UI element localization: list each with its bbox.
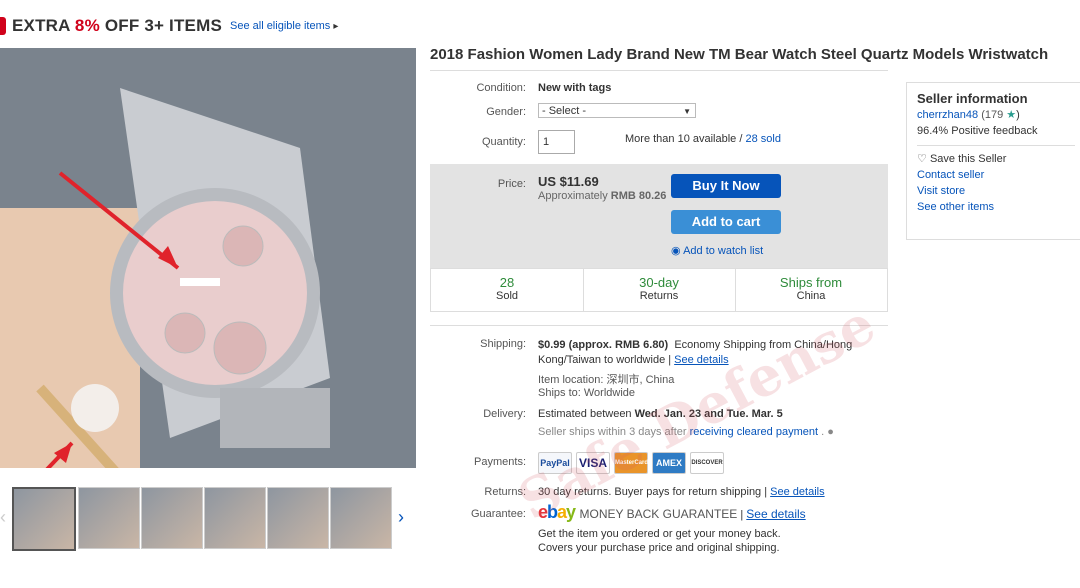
thumbnail-6[interactable]	[330, 487, 392, 549]
buy-it-now-button[interactable]: Buy It Now	[671, 174, 781, 198]
price-box: Price: US $11.69 Approximately RMB 80.26…	[430, 164, 888, 268]
thumbnail-5[interactable]	[267, 487, 329, 549]
delivery-note: Seller ships within 3 days after receivi…	[538, 426, 834, 438]
returns-text: 30 day returns. Buyer pays for return sh…	[538, 486, 825, 498]
delivery-estimate: Estimated between Wed. Jan. 23 and Tue. …	[538, 408, 783, 420]
money-back-guarantee: ebay MONEY BACK GUARANTEE | See details	[538, 502, 806, 522]
stat-ships-from: Ships from China	[779, 275, 843, 302]
thumbnail-4[interactable]	[204, 487, 266, 549]
price-approx: Approximately RMB 80.26	[538, 190, 667, 202]
guarantee-line-2: Covers your purchase price and original …	[538, 542, 780, 554]
promo-suffix: OFF 3+ ITEMS	[99, 16, 222, 35]
returns-see-details-link[interactable]: See details	[770, 486, 824, 498]
delivery-label: Delivery:	[483, 408, 526, 420]
availability-text: More than 10 available / 28 sold	[625, 133, 781, 145]
star-icon: ★	[1006, 109, 1017, 121]
condition-value: New with tags	[538, 82, 612, 94]
thumbnail-2[interactable]	[78, 487, 140, 549]
gender-select[interactable]: - Select - ▼	[538, 103, 696, 118]
amex-icon: AMEX	[652, 452, 686, 474]
paypal-icon: PayPal	[538, 452, 572, 474]
discover-icon: DISCOVER	[690, 452, 724, 474]
contact-seller-link[interactable]: Contact seller	[917, 169, 1075, 181]
stat-returns: 30-day Returns	[583, 269, 736, 311]
cleared-payment-link[interactable]: receiving cleared payment	[690, 426, 818, 438]
product-main-image[interactable]	[0, 48, 416, 468]
thumbnail-1[interactable]	[12, 487, 76, 551]
item-location: Item location: 深圳市, China	[538, 374, 675, 386]
thumbnail-next-icon[interactable]: ›	[398, 507, 404, 528]
info-icon[interactable]: ●	[827, 426, 834, 438]
price-label: Price:	[497, 178, 526, 190]
stat-sold: 28 Sold	[431, 269, 584, 311]
payments-label: Payments:	[474, 456, 526, 468]
arrow-right-icon: ▸	[333, 21, 339, 32]
watch-photo	[0, 48, 416, 468]
seller-heading: Seller information	[917, 91, 1028, 106]
chevron-down-icon: ▼	[683, 107, 691, 116]
item-stats: 28 Sold 30-day Returns Ships from China	[430, 268, 888, 312]
shipping-details: $0.99 (approx. RMB 6.80) Economy Shippin…	[538, 339, 853, 366]
mastercard-icon: MasterCard	[614, 452, 648, 474]
guarantee-line-1: Get the item you ordered or get your mon…	[538, 528, 781, 540]
guarantee-see-details-link[interactable]: See details	[746, 507, 805, 521]
seller-info-panel: Seller information cherrzhan48 (179 ★) 9…	[906, 82, 1080, 240]
seller-feedback: 96.4% Positive feedback	[917, 125, 1038, 137]
heart-icon: ♡	[917, 153, 927, 165]
title-divider	[430, 70, 888, 71]
returns-label: Returns:	[484, 486, 526, 498]
promo-prefix: EXTRA	[12, 16, 75, 35]
shipping-divider	[430, 325, 888, 326]
price-value: US $11.69	[538, 174, 599, 189]
sold-count-link[interactable]: 28 sold	[745, 133, 780, 145]
thumbnail-3[interactable]	[141, 487, 203, 549]
product-title: 2018 Fashion Women Lady Brand New TM Bea…	[430, 46, 1049, 63]
save-seller-link[interactable]: ♡ Save this Seller	[917, 152, 1075, 165]
condition-label: Condition:	[476, 82, 526, 94]
quantity-input[interactable]: 1	[538, 130, 575, 154]
seller-name-link[interactable]: cherrzhan48	[917, 109, 978, 121]
add-to-cart-button[interactable]: Add to cart	[671, 210, 781, 234]
thumbnail-prev-icon[interactable]: ‹	[0, 507, 6, 528]
visa-icon: VISA	[576, 452, 610, 474]
gender-label: Gender:	[486, 106, 526, 118]
shipping-label: Shipping:	[480, 338, 526, 350]
ships-to: Ships to: Worldwide	[538, 387, 636, 399]
see-eligible-items-link[interactable]: See all eligible items ▸	[230, 20, 338, 32]
guarantee-label: Guarantee:	[470, 508, 526, 520]
shipping-see-details-link[interactable]: See details	[674, 354, 728, 366]
add-to-watch-list-link[interactable]: ◉ Add to watch list	[671, 244, 763, 257]
promo-percent: 8%	[74, 16, 100, 35]
promo-banner: EXTRA 8% OFF 3+ ITEMS See all eligible i…	[0, 12, 338, 40]
see-other-items-link[interactable]: See other items	[917, 201, 1075, 213]
visit-store-link[interactable]: Visit store	[917, 185, 1075, 197]
eye-icon: ◉	[671, 245, 681, 257]
ebay-logo-icon: ebay	[538, 502, 576, 522]
quantity-label: Quantity:	[481, 136, 526, 148]
thumbnail-strip: ‹ ›	[0, 487, 410, 553]
promo-tag-icon	[0, 17, 6, 35]
